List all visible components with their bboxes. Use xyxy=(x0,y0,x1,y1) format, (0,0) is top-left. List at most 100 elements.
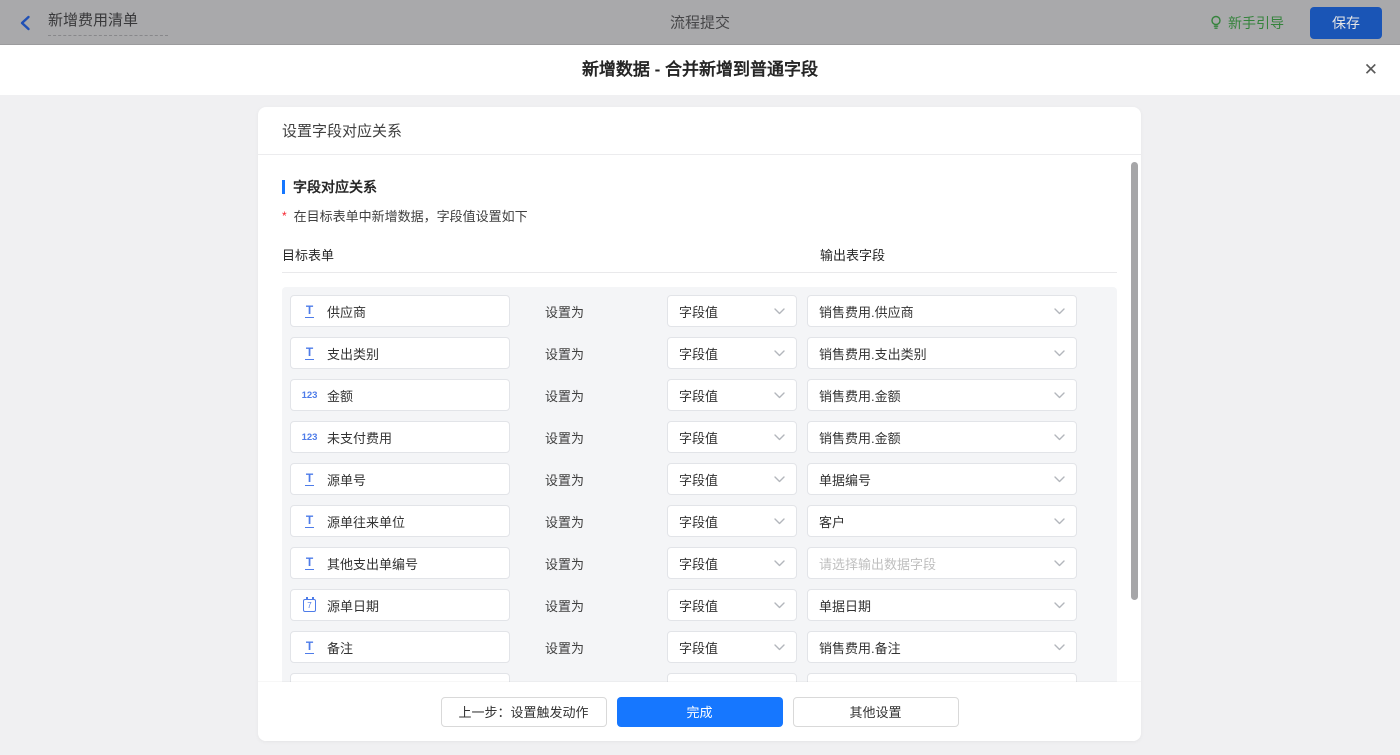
output-select[interactable]: 单据日期 xyxy=(807,589,1077,621)
save-button[interactable]: 保存 xyxy=(1310,6,1382,39)
chevron-down-icon xyxy=(774,601,785,608)
target-field-box: T 源单往来单位 xyxy=(290,505,510,537)
scrollbar-thumb[interactable] xyxy=(1131,162,1138,600)
modal-body: 设置字段对应关系 字段对应关系 * 在目标表单中新增数据，字段值设置如下 目标表… xyxy=(0,95,1400,755)
back-chevron-icon xyxy=(20,15,30,30)
table-row: 123 未支付费用 设置为 字段值 销售费用.金额 xyxy=(290,421,1109,453)
output-select[interactable] xyxy=(807,673,1077,682)
target-field-label: 支出类别 xyxy=(327,346,380,362)
chevron-down-icon xyxy=(774,559,785,566)
output-select[interactable]: 销售费用.金额 xyxy=(807,421,1077,453)
header-divider xyxy=(282,272,1117,273)
table-row xyxy=(290,673,1109,682)
target-field-label: 源单日期 xyxy=(327,598,380,614)
card-title: 设置字段对应关系 xyxy=(282,123,403,140)
section-title-row: 字段对应关系 xyxy=(282,177,1117,197)
table-row: T 其他支出单编号 设置为 字段值 请选择输出数据字段 xyxy=(290,547,1109,579)
method-select[interactable]: 字段值 xyxy=(667,421,797,453)
target-field-label: 未支付费用 xyxy=(327,430,393,446)
card-header: 设置字段对应关系 xyxy=(258,107,1141,155)
method-value: 字段值 xyxy=(679,346,719,362)
target-field-box: 123 金额 xyxy=(290,379,510,411)
output-value: 销售费用.金额 xyxy=(819,430,901,446)
method-select[interactable]: 字段值 xyxy=(667,547,797,579)
table-row: 123 金额 设置为 字段值 销售费用.金额 xyxy=(290,379,1109,411)
chevron-down-icon xyxy=(774,475,785,482)
topbar-left: 新增费用清单 xyxy=(18,0,169,45)
guide-label: 新手引导 xyxy=(1228,14,1284,31)
chevron-down-icon xyxy=(1054,559,1065,566)
settings-card: 设置字段对应关系 字段对应关系 * 在目标表单中新增数据，字段值设置如下 目标表… xyxy=(258,107,1141,741)
output-select[interactable]: 销售费用.供应商 xyxy=(807,295,1077,327)
method-value: 字段值 xyxy=(679,598,719,614)
set-as-label: 设置为 xyxy=(545,430,585,446)
table-row: T 源单号 设置为 字段值 单据编号 xyxy=(290,463,1109,495)
chevron-down-icon xyxy=(1054,349,1065,356)
method-select[interactable]: 字段值 xyxy=(667,589,797,621)
method-value: 字段值 xyxy=(679,514,719,530)
method-value: 字段值 xyxy=(679,388,719,404)
number-field-icon: 123 xyxy=(301,431,318,443)
card-body: 字段对应关系 * 在目标表单中新增数据，字段值设置如下 目标表单 输出表字段 T… xyxy=(258,155,1141,682)
method-select[interactable]: 字段值 xyxy=(667,295,797,327)
output-select[interactable]: 单据编号 xyxy=(807,463,1077,495)
output-select[interactable]: 销售费用.备注 xyxy=(807,631,1077,663)
target-field-box: 7 源单日期 xyxy=(290,589,510,621)
flow-name[interactable]: 新增费用清单 xyxy=(48,9,169,36)
table-row: 7 源单日期 设置为 字段值 单据日期 xyxy=(290,589,1109,621)
target-field-box: T 源单号 xyxy=(290,463,510,495)
rows: T 供应商 设置为 字段值 销售费用.供应商 T 支出类别 设置为 字段值 销售… xyxy=(282,287,1117,682)
set-as-label: 设置为 xyxy=(545,514,585,530)
set-as-label: 设置为 xyxy=(545,304,585,320)
hint-text: 在目标表单中新增数据，字段值设置如下 xyxy=(293,209,528,224)
method-select[interactable] xyxy=(667,673,797,682)
method-select[interactable]: 字段值 xyxy=(667,463,797,495)
chevron-down-icon xyxy=(1054,517,1065,524)
output-select[interactable]: 客户 xyxy=(807,505,1077,537)
output-select[interactable]: 请选择输出数据字段 xyxy=(807,547,1077,579)
output-select[interactable]: 销售费用.支出类别 xyxy=(807,337,1077,369)
chevron-down-icon xyxy=(774,433,785,440)
done-button[interactable]: 完成 xyxy=(616,696,783,727)
output-value: 客户 xyxy=(819,514,846,530)
lightbulb-icon xyxy=(1211,15,1221,29)
topbar-right: 新手引导 保存 xyxy=(1209,0,1382,45)
chevron-down-icon xyxy=(1054,391,1065,398)
close-button[interactable]: ✕ xyxy=(1364,45,1378,95)
target-field-box: T 其他支出单编号 xyxy=(290,547,510,579)
method-value: 字段值 xyxy=(679,304,719,320)
guide-link[interactable]: 新手引导 xyxy=(1209,13,1284,33)
method-value: 字段值 xyxy=(679,640,719,656)
output-value: 销售费用.供应商 xyxy=(819,304,914,320)
output-value: 销售费用.支出类别 xyxy=(819,346,927,362)
modal-header: 新增数据 - 合并新增到普通字段 ✕ xyxy=(0,45,1400,95)
target-field-label: 源单往来单位 xyxy=(327,514,406,530)
modal-title: 新增数据 - 合并新增到普通字段 xyxy=(581,60,819,79)
column-header-target-form: 目标表单 xyxy=(282,248,335,263)
set-as-label: 设置为 xyxy=(545,556,585,572)
chevron-down-icon xyxy=(774,349,785,356)
chevron-down-icon xyxy=(1054,601,1065,608)
chevron-down-icon xyxy=(1054,433,1065,440)
set-as-label: 设置为 xyxy=(545,472,585,488)
hint-row: * 在目标表单中新增数据，字段值设置如下 xyxy=(282,206,1117,225)
method-select[interactable]: 字段值 xyxy=(667,337,797,369)
chevron-down-icon xyxy=(1054,307,1065,314)
column-header-output-field: 输出表字段 xyxy=(820,248,886,263)
target-field-label: 源单号 xyxy=(327,472,367,488)
target-field-label: 其他支出单编号 xyxy=(327,556,419,572)
prev-step-button[interactable]: 上一步：设置触发动作 xyxy=(440,696,607,727)
topbar: 新增费用清单 流程提交 新手引导 保存 xyxy=(0,0,1400,45)
other-settings-button[interactable]: 其他设置 xyxy=(792,696,959,727)
back-button[interactable] xyxy=(18,15,32,31)
chevron-down-icon xyxy=(774,643,785,650)
number-field-icon: 123 xyxy=(301,389,318,401)
method-select[interactable]: 字段值 xyxy=(667,379,797,411)
table-row: T 支出类别 设置为 字段值 销售费用.支出类别 xyxy=(290,337,1109,369)
method-select[interactable]: 字段值 xyxy=(667,505,797,537)
required-asterisk: * xyxy=(282,208,287,223)
output-select[interactable]: 销售费用.金额 xyxy=(807,379,1077,411)
text-field-icon: T xyxy=(304,470,315,487)
method-select[interactable]: 字段值 xyxy=(667,631,797,663)
target-field-box: T 供应商 xyxy=(290,295,510,327)
